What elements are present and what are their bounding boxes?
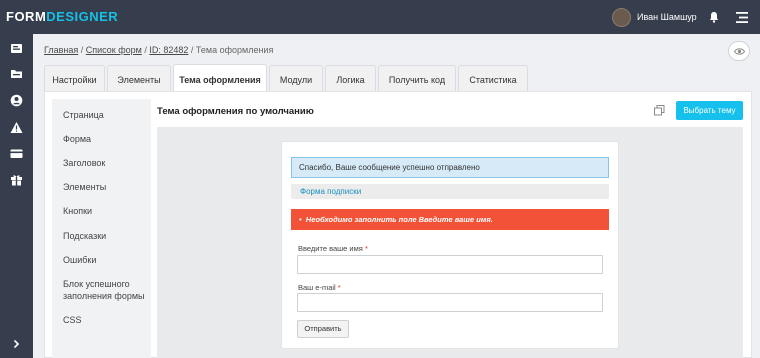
breadcrumb-home[interactable]: Главная — [44, 45, 78, 55]
error-message: • Необходимо заполнить поле Введите ваше… — [291, 209, 609, 230]
required-mark: * — [364, 244, 368, 253]
submit-button[interactable]: Отправить — [297, 320, 349, 338]
name-label-text: Введите ваше имя — [298, 244, 363, 253]
bullet-icon: • — [299, 215, 306, 224]
warning-icon[interactable] — [10, 121, 23, 134]
breadcrumb-form-id[interactable]: ID: 82482 — [149, 45, 188, 55]
nav-item-css[interactable]: CSS — [63, 314, 82, 326]
tab-statistics[interactable]: Статистика — [458, 65, 528, 91]
email-input[interactable] — [297, 293, 603, 312]
breadcrumb-current: Тема оформления — [195, 45, 274, 55]
nav-item-success-block[interactable]: Блок успешного заполнения формы — [63, 278, 147, 302]
avatar[interactable] — [612, 8, 631, 27]
choose-theme-button[interactable]: Выбрать тему — [676, 101, 743, 120]
breadcrumb-separator: / — [188, 45, 196, 55]
breadcrumb: Главная / Список форм / ID: 82482 / Тема… — [44, 45, 273, 55]
app-logo[interactable]: FORMDESIGNER — [6, 9, 118, 24]
nav-item-header[interactable]: Заголовок — [63, 157, 105, 169]
required-mark: * — [337, 283, 341, 292]
tab-get-code[interactable]: Получить код — [378, 65, 456, 91]
name-field-label: Введите ваше имя * — [298, 244, 368, 253]
gift-icon[interactable] — [10, 173, 23, 186]
logo-main: FORM — [6, 9, 47, 24]
tab-theme[interactable]: Тема оформления — [173, 64, 267, 91]
tab-modules[interactable]: Модули — [269, 65, 323, 91]
folder-icon[interactable] — [10, 67, 23, 80]
breadcrumb-forms-list[interactable]: Список форм — [86, 45, 142, 55]
hamburger-menu-icon[interactable] — [736, 12, 748, 23]
success-message: Спасибо, Ваше сообщение успешно отправле… — [291, 157, 609, 178]
form-title: Форма подписки — [291, 184, 609, 199]
eye-icon — [734, 48, 745, 55]
breadcrumb-separator: / — [78, 45, 86, 55]
copy-icon[interactable] — [654, 105, 665, 116]
bell-icon[interactable] — [708, 11, 720, 23]
icon-sidebar — [0, 34, 33, 358]
theme-sections-nav: Страница Форма Заголовок Элементы Кнопки… — [52, 99, 151, 358]
tab-logic[interactable]: Логика — [325, 65, 376, 91]
nav-item-errors[interactable]: Ошибки — [63, 254, 96, 266]
page-title: Тема оформления по умолчанию — [157, 106, 314, 117]
nav-item-hints[interactable]: Подсказки — [63, 230, 106, 242]
tab-elements[interactable]: Элементы — [107, 65, 171, 91]
name-input[interactable] — [297, 255, 603, 274]
user-circle-icon[interactable] — [10, 94, 23, 107]
user-name[interactable]: Иван Шамшур — [637, 12, 697, 22]
email-field-label: Ваш e-mail * — [298, 283, 341, 292]
error-text: Необходимо заполнить поле Введите ваше и… — [305, 215, 493, 224]
chevron-right-icon[interactable] — [12, 339, 21, 349]
email-label-text: Ваш e-mail — [298, 283, 336, 292]
credit-card-icon[interactable] — [10, 147, 23, 160]
nav-item-page[interactable]: Страница — [63, 109, 104, 121]
preview-button[interactable] — [728, 41, 750, 61]
logo-accent: DESIGNER — [46, 9, 119, 24]
nav-item-elements[interactable]: Элементы — [63, 181, 106, 193]
nav-item-form[interactable]: Форма — [63, 133, 91, 145]
nav-item-buttons[interactable]: Кнопки — [63, 205, 92, 217]
tab-settings[interactable]: Настройки — [44, 65, 105, 91]
document-icon[interactable] — [10, 42, 23, 55]
